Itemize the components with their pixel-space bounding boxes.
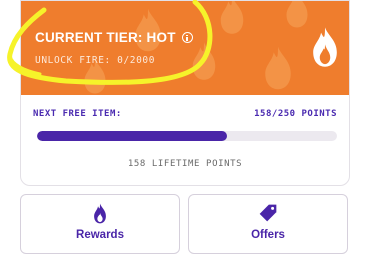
rewards-card: CURRENT TIER: HOT UNLOCK FIRE: 0/2000 NE… <box>20 0 350 186</box>
tag-icon <box>259 204 277 222</box>
lifetime-points: 158 LIFETIME POINTS <box>127 159 243 169</box>
background-flame-icon <box>192 42 216 80</box>
tier-title-row: CURRENT TIER: HOT <box>35 30 193 45</box>
tier-banner[interactable]: CURRENT TIER: HOT UNLOCK FIRE: 0/2000 <box>21 1 349 95</box>
rewards-button[interactable]: Rewards <box>20 194 180 254</box>
background-flame-icon <box>220 1 244 34</box>
background-flame-icon <box>265 46 291 90</box>
points-progress-label: 158/250 POINTS <box>254 109 337 119</box>
rewards-label: Rewards <box>76 229 124 241</box>
offers-label: Offers <box>251 229 285 241</box>
background-flame-icon <box>286 1 308 28</box>
offers-button[interactable]: Offers <box>188 194 348 254</box>
points-progress-fill <box>37 131 227 141</box>
next-free-item-label: NEXT FREE ITEM: <box>33 109 122 119</box>
flame-icon <box>94 203 106 224</box>
unlock-fire-progress: UNLOCK FIRE: 0/2000 <box>35 55 156 66</box>
flame-icon <box>313 27 337 67</box>
points-progress-bar <box>37 131 337 141</box>
info-icon[interactable] <box>181 32 193 43</box>
tier-title: CURRENT TIER: HOT <box>35 30 176 45</box>
